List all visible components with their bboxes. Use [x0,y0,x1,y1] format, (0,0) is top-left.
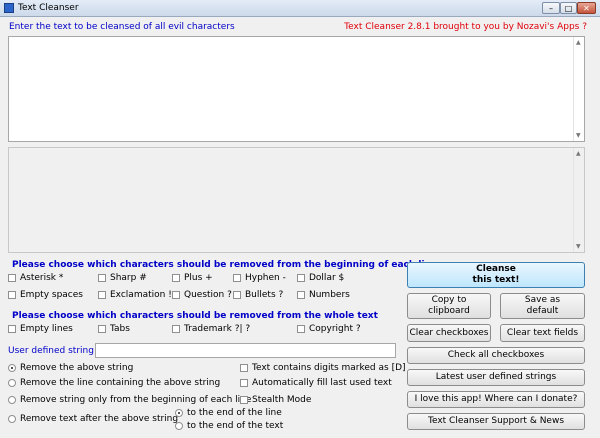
checkbox-empty-spaces[interactable]: Empty spaces [8,290,83,300]
checkbox-box[interactable] [233,291,241,299]
checkbox-tabs[interactable]: Tabs [98,324,130,334]
radio-label: Remove text after the above string [20,414,179,424]
checkbox-box[interactable] [98,291,106,299]
radio-button[interactable] [8,396,16,404]
save-default-button[interactable]: Save as default [500,293,585,319]
radio-button[interactable] [8,415,16,423]
output-scrollbar[interactable]: ▲ ▼ [573,148,584,252]
scroll-down-icon[interactable]: ▼ [576,243,581,250]
checkbox-asterisk[interactable]: Asterisk * [8,273,63,283]
checkbox-empty-lines[interactable]: Empty lines [8,324,73,334]
radio-button[interactable] [175,422,183,430]
checkbox-exclamation[interactable]: Exclamation ! [98,290,172,300]
app-icon [4,3,14,13]
checkbox-label: Sharp # [110,273,147,283]
cleanse-button[interactable]: Cleanse this text! [407,262,585,288]
input-scrollbar[interactable]: ▲ ▼ [573,37,584,141]
donate-button[interactable]: I love this app! Where can I donate? [407,391,585,408]
clear-fields-button[interactable]: Clear text fields [500,324,585,342]
title-bar: Text Cleanser – □ ✕ [0,0,600,17]
radio-label: Remove the line containing the above str… [20,378,221,388]
output-textarea[interactable]: ▲ ▼ [8,147,585,253]
checkbox-box[interactable] [172,325,180,333]
radio-label: Remove the above string [20,363,134,373]
checkbox-label: Copyright ? [309,324,361,334]
scroll-down-icon[interactable]: ▼ [576,132,581,139]
checkbox-label: Trademark ?| ? [184,324,251,334]
checkbox-label: Hyphen - [245,273,286,283]
checkbox-box[interactable] [98,274,106,282]
checkbox-box[interactable] [240,396,248,404]
user-defined-input[interactable] [95,343,396,358]
radio-label: to the end of the line [187,408,282,418]
section-title-whole: Please choose which characters should be… [12,311,378,321]
checkbox-box[interactable] [8,291,16,299]
radio-remove-line[interactable]: Remove the line containing the above str… [8,378,220,388]
radio-button[interactable] [175,409,183,417]
checkbox-box[interactable] [297,274,305,282]
checkbox-box[interactable] [240,379,248,387]
section-title-beginning: Please choose which characters should be… [12,260,438,270]
checkbox-label: Plus + [184,273,213,283]
checkbox-label: Exclamation ! [110,290,172,300]
checkbox-numbers[interactable]: Numbers [297,290,350,300]
checkbox-stealth[interactable]: Stealth Mode [240,395,311,405]
brand-link[interactable]: Text Cleanser 2.8.1 brought to you by No… [344,22,587,32]
checkbox-label: Asterisk * [20,273,64,283]
scroll-up-icon[interactable]: ▲ [576,39,581,46]
checkbox-box[interactable] [172,291,180,299]
minimize-icon[interactable]: – [542,2,560,14]
close-icon[interactable]: ✕ [577,2,596,14]
window-title: Text Cleanser [18,3,79,13]
checkbox-label: Tabs [110,324,130,334]
checkbox-box[interactable] [172,274,180,282]
radio-end-of-text[interactable]: to the end of the text [175,421,283,431]
checkbox-label: Automatically fill last used text [252,378,392,388]
checkbox-hyphen[interactable]: Hyphen - [233,273,286,283]
maximize-icon[interactable]: □ [560,2,577,14]
latest-strings-button[interactable]: Latest user defined strings [407,369,585,386]
checkbox-autofill[interactable]: Automatically fill last used text [240,378,392,388]
radio-label: to the end of the text [187,421,284,431]
support-button[interactable]: Text Cleanser Support & News [407,413,585,430]
radio-button[interactable] [8,364,16,372]
copy-clipboard-button[interactable]: Copy to clipboard [407,293,491,319]
checkbox-question[interactable]: Question ? [172,290,232,300]
input-textarea[interactable]: ▲ ▼ [8,36,585,142]
radio-remove-beginning[interactable]: Remove string only from the beginning of… [8,395,251,405]
checkbox-label: Question ? [184,290,232,300]
radio-remove-after[interactable]: Remove text after the above string [8,414,178,424]
checkbox-label: Bullets ? [245,290,284,300]
radio-end-of-line[interactable]: to the end of the line [175,408,282,418]
user-defined-label: User defined string: [8,346,97,356]
radio-button[interactable] [8,379,16,387]
checkbox-copyright[interactable]: Copyright ? [297,324,361,334]
checkbox-box[interactable] [8,325,16,333]
radio-label: Remove string only from the beginning of… [20,395,252,405]
checkbox-box[interactable] [8,274,16,282]
checkbox-label: Text contains digits marked as [D] [252,363,406,373]
checkbox-label: Empty spaces [20,290,83,300]
checkbox-plus[interactable]: Plus + [172,273,213,283]
checkbox-sharp[interactable]: Sharp # [98,273,147,283]
checkbox-digits-marked[interactable]: Text contains digits marked as [D] [240,363,406,373]
checkbox-box[interactable] [297,325,305,333]
checkbox-box[interactable] [240,364,248,372]
checkbox-label: Dollar $ [309,273,345,283]
checkbox-label: Empty lines [20,324,73,334]
checkbox-box[interactable] [297,291,305,299]
check-all-button[interactable]: Check all checkboxes [407,347,585,364]
checkbox-label: Stealth Mode [252,395,312,405]
checkbox-bullets[interactable]: Bullets ? [233,290,283,300]
checkbox-trademark[interactable]: Trademark ?| ? [172,324,250,334]
scroll-up-icon[interactable]: ▲ [576,150,581,157]
checkbox-label: Numbers [309,290,350,300]
radio-remove-string[interactable]: Remove the above string [8,363,133,373]
checkbox-dollar[interactable]: Dollar $ [297,273,344,283]
input-instruction: Enter the text to be cleansed of all evi… [9,22,235,32]
checkbox-box[interactable] [233,274,241,282]
checkbox-box[interactable] [98,325,106,333]
clear-checkboxes-button[interactable]: Clear checkboxes [407,324,491,342]
